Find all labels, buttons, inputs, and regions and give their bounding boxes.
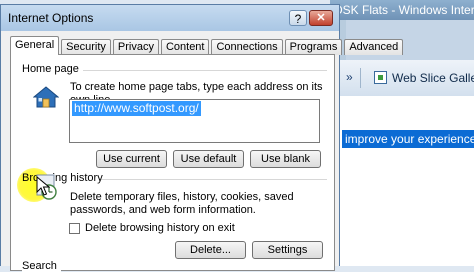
internet-options-dialog: Internet Options ? ✕ General Security Pr… — [0, 4, 404, 272]
tab-content[interactable]: Content — [160, 39, 210, 55]
toolbar-separator — [360, 68, 361, 88]
web-slice-gallery-link[interactable]: Web Slice Gallery — [392, 71, 474, 85]
home-page-url-textarea[interactable]: http://www.softpost.org/ — [69, 99, 320, 143]
browsing-history-divider — [99, 179, 327, 180]
browser-title-bar: DSK Flats - Windows Intern — [330, 0, 474, 20]
browser-content-area: improve your experience. — [330, 96, 474, 266]
use-default-button[interactable]: Use default — [173, 150, 244, 168]
favorites-bar: » Web Slice Gallery — [330, 60, 474, 97]
information-bar[interactable]: improve your experience. — [342, 130, 474, 148]
dialog-title: Internet Options — [8, 11, 94, 25]
search-title: Search — [22, 260, 61, 272]
close-button[interactable]: ✕ — [309, 10, 333, 26]
tab-general[interactable]: General — [10, 36, 60, 55]
toolbar-overflow-chevron[interactable]: » — [346, 70, 353, 84]
browsing-history-description: Delete temporary files, history, cookies… — [70, 191, 294, 216]
delete-button[interactable]: Delete... — [175, 241, 246, 259]
home-page-url-value: http://www.softpost.org/ — [72, 101, 201, 116]
tab-security[interactable]: Security — [61, 39, 111, 55]
web-slice-icon[interactable] — [374, 71, 387, 84]
tab-advanced[interactable]: Advanced — [344, 39, 404, 55]
delete-on-exit-checkbox[interactable] — [69, 223, 80, 234]
home-page-title: Home page — [22, 63, 83, 75]
tab-connections[interactable]: Connections — [211, 39, 283, 55]
house-icon — [33, 86, 59, 108]
general-tab-panel: Home page To create home page tabs, type… — [10, 54, 335, 272]
settings-button[interactable]: Settings — [252, 241, 323, 259]
delete-on-exit-label[interactable]: Delete browsing history on exit — [85, 222, 235, 234]
use-current-button[interactable]: Use current — [96, 150, 167, 168]
dialog-title-bar[interactable]: Internet Options ? ✕ — [1, 5, 339, 31]
tab-programs[interactable]: Programs — [284, 39, 343, 55]
use-blank-button[interactable]: Use blank — [250, 150, 321, 168]
tab-privacy[interactable]: Privacy — [112, 39, 159, 55]
help-button[interactable]: ? — [289, 10, 307, 26]
home-page-divider — [71, 70, 327, 71]
tab-strip: General Security Privacy Content Connect… — [10, 35, 405, 55]
mouse-pointer-icon — [36, 176, 50, 196]
